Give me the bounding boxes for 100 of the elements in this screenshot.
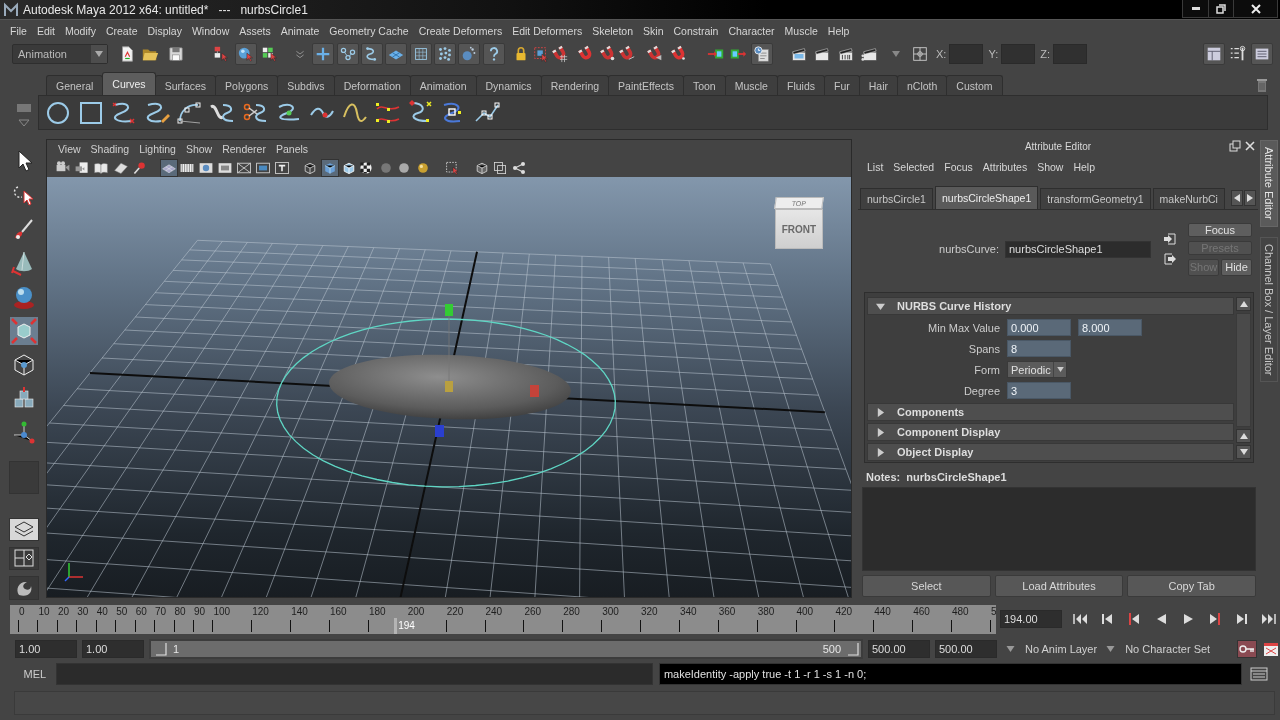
menu-item[interactable]: Attributes <box>977 161 1033 173</box>
dashed-select-icon[interactable] <box>445 159 461 176</box>
snap-button[interactable] <box>312 43 334 65</box>
node-tab[interactable]: transformGeometry1 <box>1040 188 1151 209</box>
checker-icon[interactable] <box>358 159 374 176</box>
coordinate-field[interactable] <box>1001 44 1036 64</box>
language-label[interactable]: MEL <box>14 668 56 680</box>
coordinate-field[interactable] <box>949 44 984 64</box>
shading-button[interactable] <box>321 158 339 177</box>
shelf-tab[interactable]: Muscle <box>724 75 778 95</box>
shelf-tab[interactable]: Fluids <box>776 75 825 95</box>
shelf-tab[interactable]: nCloth <box>897 75 948 95</box>
panel-menu-item[interactable]: Lighting <box>134 143 181 155</box>
panel-menu-item[interactable]: View <box>53 143 86 155</box>
snap-button[interactable] <box>385 43 407 65</box>
scroll-up-button[interactable] <box>1236 429 1251 443</box>
shelf-tab[interactable]: Subdivs <box>277 75 335 95</box>
menu-item[interactable]: Window <box>186 24 235 37</box>
form-dropdown[interactable]: Periodic <box>1007 361 1067 378</box>
skip-start-icon[interactable] <box>1072 611 1088 627</box>
float-window-icon[interactable] <box>1229 140 1241 152</box>
node-tab[interactable]: nurbsCircleShape1 <box>934 186 1039 209</box>
scale-cube-icon[interactable] <box>10 317 38 345</box>
menu-item[interactable]: Animate <box>275 24 325 37</box>
layout-button[interactable] <box>9 546 39 570</box>
menu-item[interactable]: Display <box>142 24 187 37</box>
trash-icon[interactable] <box>1256 76 1268 93</box>
side-button[interactable]: Focus <box>1188 222 1252 237</box>
layout-button[interactable] <box>9 517 39 541</box>
number-field[interactable]: 8 <box>1007 340 1071 357</box>
magnet-icon[interactable] <box>670 45 688 63</box>
shelf-tab[interactable]: Hair <box>858 75 898 95</box>
menu-item[interactable]: Edit Deformers <box>507 24 588 37</box>
frame-step-back-icon[interactable] <box>1126 611 1142 627</box>
coordinate-field[interactable] <box>1053 44 1087 64</box>
menu-item[interactable]: Focus <box>939 161 978 173</box>
dashed-select-icon[interactable] <box>532 45 550 63</box>
current-frame-marker[interactable]: 194 <box>394 617 417 634</box>
panel-toggle-button[interactable] <box>1251 43 1273 65</box>
frame-step-forward-icon[interactable] <box>1207 611 1223 627</box>
overlapping-squares-icon[interactable] <box>492 159 508 176</box>
menu-item[interactable]: List <box>862 161 889 173</box>
magnet-icon[interactable] <box>646 45 664 63</box>
shelf-tab[interactable]: Rendering <box>540 75 610 95</box>
menu-item[interactable]: Geometry Cache <box>324 24 414 37</box>
t-frame-icon[interactable] <box>274 159 290 176</box>
snap-button[interactable] <box>410 43 432 65</box>
end-time-field[interactable]: 500.00 <box>935 640 997 658</box>
notes-field[interactable] <box>862 487 1256 571</box>
minimize-button[interactable] <box>1182 0 1209 18</box>
shelf-tab[interactable]: Surfaces <box>154 75 217 95</box>
section-header[interactable]: Components <box>867 403 1234 421</box>
grid-cursor-icon[interactable] <box>261 45 279 63</box>
footer-button[interactable]: Load Attributes <box>994 575 1124 597</box>
clapper-dots-icon[interactable] <box>861 45 879 63</box>
range-handle-icon[interactable] <box>847 642 859 656</box>
node-name-field[interactable]: nurbsCircleShape1 <box>1005 240 1151 258</box>
current-frame-field[interactable]: 194.00 <box>1000 610 1062 628</box>
menu-item[interactable]: Help <box>822 24 855 37</box>
close-icon[interactable] <box>1244 140 1256 152</box>
scroll-down-button[interactable] <box>1236 445 1251 459</box>
shelf-tab[interactable]: General <box>46 75 104 95</box>
auto-key-button[interactable] <box>1237 640 1257 658</box>
section-header[interactable]: Object Display <box>867 443 1234 461</box>
menu-item[interactable]: Create <box>100 24 143 37</box>
menu-item[interactable]: Selected <box>888 161 940 173</box>
camera-page-icon[interactable] <box>74 159 90 176</box>
node-tab[interactable]: makeNurbCi <box>1152 188 1225 209</box>
shelf-tab[interactable]: PaintEffects <box>608 75 684 95</box>
arrow-into-box-icon[interactable] <box>1163 232 1177 246</box>
menu-item[interactable]: Skin <box>638 24 669 37</box>
shelf-tab[interactable]: Deformation <box>333 75 411 95</box>
menu-item[interactable]: Character <box>723 24 780 37</box>
history-button[interactable] <box>751 43 773 65</box>
calendar-icon[interactable] <box>1262 640 1280 658</box>
panel-menu-item[interactable]: Shading <box>85 143 135 155</box>
menu-item[interactable]: Help <box>1068 161 1101 173</box>
snap-button[interactable] <box>434 43 456 65</box>
scroll-left-button[interactable] <box>1231 189 1243 206</box>
playback-start-field[interactable]: 1.00 <box>82 640 144 658</box>
range-bar[interactable]: 1 500 <box>151 641 861 657</box>
magnet-icon[interactable] <box>618 45 636 63</box>
scroll-up-button[interactable] <box>1236 297 1251 311</box>
select-mode-button[interactable] <box>235 43 257 65</box>
menu-item[interactable]: Assets <box>234 24 276 37</box>
clapper-icon[interactable] <box>837 45 855 63</box>
caret-icon[interactable] <box>892 51 900 57</box>
snap-button[interactable] <box>337 43 359 65</box>
node-tab[interactable]: nurbsCircle1 <box>860 188 933 209</box>
snap-button[interactable] <box>458 43 480 65</box>
layout-button[interactable] <box>9 576 39 600</box>
script-window-icon[interactable] <box>1250 666 1268 682</box>
shelf-tab[interactable]: Animation <box>409 75 477 95</box>
menu-item[interactable]: Muscle <box>779 24 823 37</box>
snap-button[interactable] <box>361 43 383 65</box>
scroll-right-button[interactable] <box>1244 189 1256 206</box>
side-button[interactable]: Hide <box>1221 258 1252 276</box>
panel-menu-item[interactable]: Panels <box>270 143 314 155</box>
side-tab[interactable]: Channel Box / Layer Editor <box>1260 236 1278 383</box>
magnet-icon[interactable] <box>599 45 617 63</box>
